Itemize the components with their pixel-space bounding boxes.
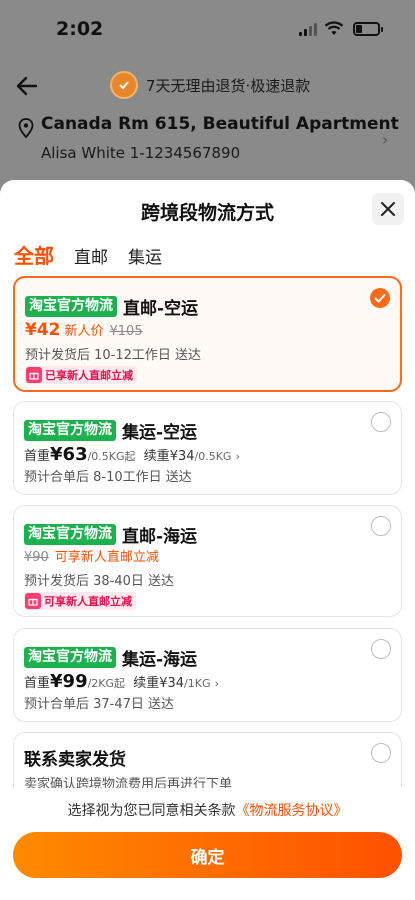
close-icon bbox=[381, 202, 395, 216]
location-pin-icon bbox=[18, 118, 34, 138]
option-radio[interactable] bbox=[371, 516, 391, 536]
chevron-right-icon: › bbox=[382, 130, 389, 149]
first-weight-label: 首重 bbox=[24, 449, 51, 464]
battery-icon bbox=[353, 22, 383, 36]
option-radio[interactable] bbox=[371, 412, 391, 432]
method-description: 卖家确认跨境物流费用后再进行下单 bbox=[24, 777, 233, 788]
sheet-footer: 选择视为您已同意相关条款《物流服务协议》 确定 bbox=[0, 788, 415, 900]
option-header: 淘宝官方物流 集运-空运 bbox=[24, 418, 197, 443]
method-name: 集运-空运 bbox=[122, 423, 198, 443]
recipient-line: Alisa White 1-1234567890 bbox=[41, 144, 241, 162]
option-radio[interactable] bbox=[371, 639, 391, 659]
option-header: 淘宝官方物流 直邮-空运 bbox=[25, 294, 198, 319]
taobao-logistics-tag: 淘宝官方物流 bbox=[24, 524, 116, 545]
method-name: 联系卖家发货 bbox=[24, 750, 126, 770]
weight-price-line: 首重¥63/0.5KG起 续重¥34/0.5KG › bbox=[24, 444, 240, 465]
discount-note: 可享新人直邮立减 bbox=[54, 550, 159, 565]
discount-text: 已享新人直邮立减 bbox=[45, 369, 133, 382]
return-policy-banner: 7天无理由退货·极速退款 bbox=[110, 70, 310, 100]
tab-consolidated[interactable]: 集运 bbox=[128, 243, 162, 268]
discount-chip: 可享新人直邮立减 bbox=[24, 592, 136, 610]
original-price: ¥105 bbox=[109, 324, 143, 339]
continued-weight-unit: /0.5KG bbox=[194, 450, 232, 463]
sheet-title: 跨境段物流方式 bbox=[140, 202, 274, 224]
option-radio[interactable] bbox=[371, 743, 391, 763]
option-header: 淘宝官方物流 集运-海运 bbox=[24, 645, 197, 670]
discount-chip: 已享新人直邮立减 bbox=[25, 366, 137, 384]
tab-direct-mail[interactable]: 直邮 bbox=[74, 243, 108, 268]
delivery-eta: 预计发货后 10-12工作日 送达 bbox=[25, 348, 202, 363]
chevron-right-icon[interactable]: › bbox=[215, 677, 219, 690]
status-bar: 2:02 bbox=[0, 0, 415, 60]
first-weight-price: ¥63 bbox=[50, 444, 88, 465]
price-line: ¥90 可享新人直邮立减 bbox=[24, 546, 159, 565]
service-agreement-link[interactable]: 《物流服务协议》 bbox=[236, 803, 348, 819]
discount-text: 可享新人直邮立减 bbox=[44, 595, 132, 608]
new-user-price-label: 新人价 bbox=[64, 324, 104, 339]
method-name: 直邮-空运 bbox=[123, 299, 199, 319]
tab-all[interactable]: 全部 bbox=[14, 240, 54, 269]
status-time: 2:02 bbox=[56, 18, 104, 40]
agreement-text: 选择视为您已同意相关条款 bbox=[67, 803, 236, 819]
continued-weight-unit: /1KG bbox=[184, 677, 211, 690]
price-line: ¥42 新人价 ¥105 bbox=[25, 320, 143, 340]
method-name: 直邮-海运 bbox=[122, 527, 198, 547]
logistics-options-list[interactable]: 淘宝官方物流 直邮-空运 ¥42 新人价 ¥105 预计发货后 10-12工作日 送… bbox=[13, 276, 402, 788]
background-page: 2:02 7天无理由退货·极速退款 Canada Rm 615, Beautif… bbox=[0, 0, 415, 200]
method-tabs: 全部 直邮 集运 bbox=[14, 240, 162, 269]
first-weight-unit: /0.5KG起 bbox=[87, 450, 136, 463]
price: ¥42 bbox=[25, 320, 61, 340]
checkmark-icon bbox=[374, 293, 386, 303]
option-direct-sea[interactable]: 淘宝官方物流 直邮-海运 ¥90 可享新人直邮立减 预计发货后 38-40日 送达… bbox=[13, 505, 402, 617]
option-consolidated-sea[interactable]: 淘宝官方物流 集运-海运 首重¥99/2KG起 续重¥34/1KG › 预计合单… bbox=[13, 628, 402, 722]
address-line: Canada Rm 615, Beautiful Apartment bbox=[41, 114, 399, 134]
first-weight-label: 首重 bbox=[24, 676, 51, 691]
first-weight-unit: /2KG起 bbox=[87, 677, 126, 690]
option-contact-seller[interactable]: 联系卖家发货 卖家确认跨境物流费用后再进行下单 bbox=[13, 732, 402, 788]
back-arrow-icon[interactable] bbox=[14, 73, 40, 99]
shield-check-icon bbox=[110, 71, 138, 99]
delivery-eta: 预计合单后 37-47日 送达 bbox=[24, 697, 175, 712]
cellular-signal-icon bbox=[299, 23, 319, 36]
option-header: 淘宝官方物流 直邮-海运 bbox=[24, 522, 197, 547]
return-policy-text: 7天无理由退货·极速退款 bbox=[146, 76, 311, 95]
original-price: ¥90 bbox=[24, 550, 49, 565]
weight-price-line: 首重¥99/2KG起 续重¥34/1KG › bbox=[24, 671, 219, 692]
gift-icon bbox=[26, 367, 42, 383]
close-button[interactable] bbox=[372, 193, 404, 225]
continued-weight-label: 续重 bbox=[143, 449, 170, 464]
delivery-eta: 预计合单后 8-10工作日 送达 bbox=[24, 470, 192, 485]
selected-radio[interactable] bbox=[370, 288, 390, 308]
option-direct-air[interactable]: 淘宝官方物流 直邮-空运 ¥42 新人价 ¥105 预计发货后 10-12工作日 送… bbox=[13, 276, 402, 392]
continued-weight-price: ¥34 bbox=[159, 676, 185, 691]
wifi-icon bbox=[324, 21, 344, 35]
logistics-method-sheet: 跨境段物流方式 全部 直邮 集运 淘宝官方物流 直邮-空运 ¥42 新人价 ¥105… bbox=[0, 180, 415, 900]
confirm-button[interactable]: 确定 bbox=[13, 832, 402, 878]
gift-icon bbox=[25, 593, 41, 609]
first-weight-price: ¥99 bbox=[50, 671, 88, 692]
continued-weight-label: 续重 bbox=[133, 676, 160, 691]
option-consolidated-air[interactable]: 淘宝官方物流 集运-空运 首重¥63/0.5KG起 续重¥34/0.5KG › … bbox=[13, 401, 402, 495]
taobao-logistics-tag: 淘宝官方物流 bbox=[24, 647, 116, 668]
method-name: 集运-海运 bbox=[122, 650, 198, 670]
chevron-right-icon[interactable]: › bbox=[236, 450, 240, 463]
taobao-logistics-tag: 淘宝官方物流 bbox=[24, 420, 116, 441]
agreement-notice: 选择视为您已同意相关条款《物流服务协议》 bbox=[0, 800, 415, 820]
delivery-eta: 预计发货后 38-40日 送达 bbox=[24, 574, 175, 589]
taobao-logistics-tag: 淘宝官方物流 bbox=[25, 296, 117, 317]
continued-weight-price: ¥34 bbox=[169, 449, 195, 464]
